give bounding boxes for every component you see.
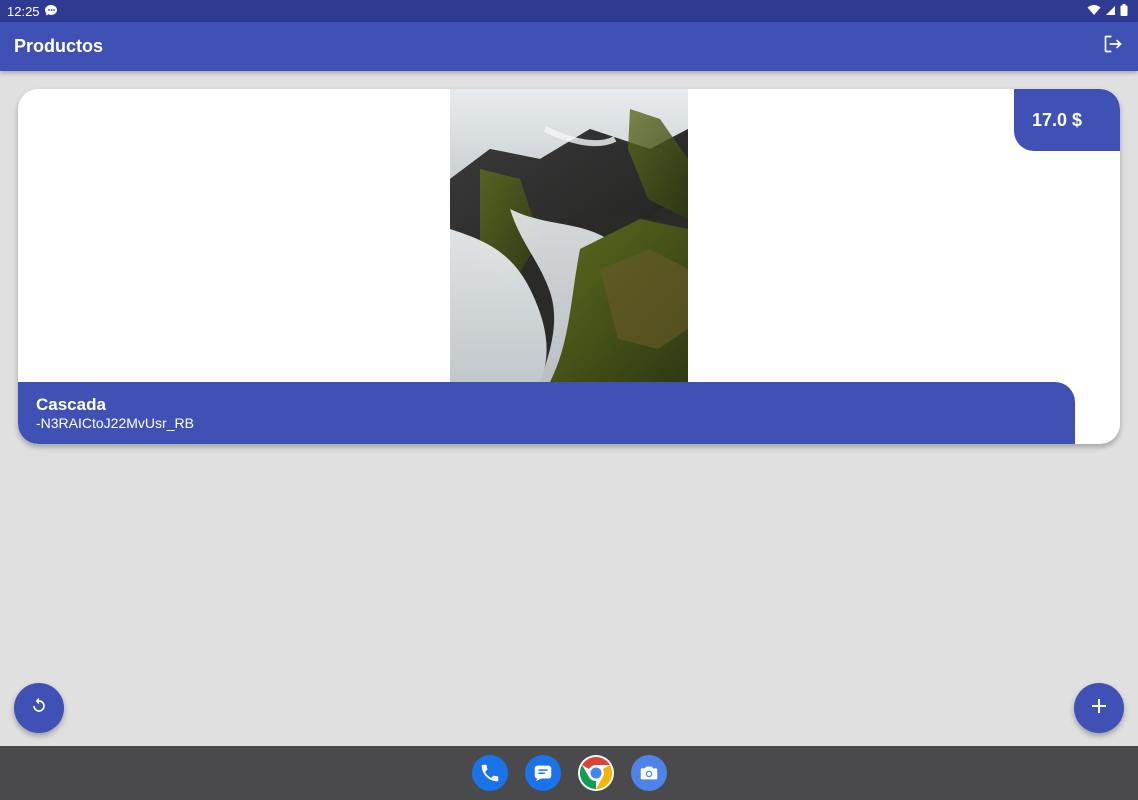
status-bar: 12:25: [0, 0, 1138, 22]
product-name: Cascada: [36, 395, 106, 414]
messages-app-icon[interactable]: [524, 755, 561, 791]
product-price: 17.0 $: [1032, 109, 1083, 130]
app-bar: Productos: [0, 22, 1138, 71]
phone-app-icon[interactable]: [471, 755, 508, 791]
chrome-app-icon[interactable]: [577, 755, 614, 791]
status-left: 12:25: [7, 4, 58, 19]
dock: [0, 746, 1138, 800]
refresh-icon: [29, 696, 49, 721]
waterfall-photo: [450, 89, 688, 382]
product-card[interactable]: 17.0 $ Cascada -N3RAICtoJ22MvUsr_RB: [18, 89, 1120, 444]
page-title: Productos: [14, 36, 104, 56]
status-right: [1087, 3, 1128, 19]
add-product-button[interactable]: [1074, 683, 1124, 733]
product-id: -N3RAICtoJ22MvUsr_RB: [36, 415, 194, 431]
product-image: [450, 89, 688, 382]
add-icon: [1090, 697, 1108, 720]
chat-notification-icon: [44, 4, 58, 19]
product-info: Cascada -N3RAICtoJ22MvUsr_RB: [18, 382, 1075, 444]
logout-icon: [1103, 34, 1123, 59]
price-badge: 17.0 $: [1014, 89, 1120, 151]
camera-app-icon[interactable]: [630, 755, 667, 791]
status-time: 12:25: [7, 3, 40, 19]
wifi-icon: [1087, 4, 1101, 19]
refresh-button[interactable]: [14, 683, 64, 733]
signal-icon: [1105, 4, 1116, 19]
battery-icon: [1120, 3, 1128, 19]
logout-button[interactable]: [1100, 34, 1126, 60]
